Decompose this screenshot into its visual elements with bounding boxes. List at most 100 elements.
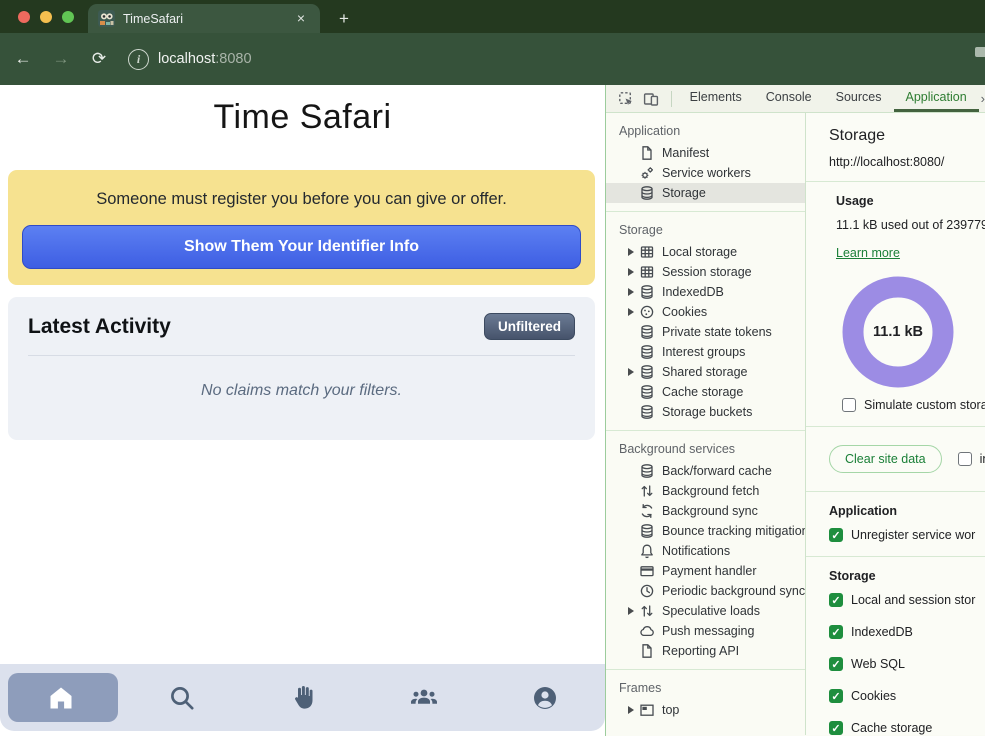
application-section-title: Application	[829, 504, 985, 518]
simulate-storage-checkbox[interactable]	[842, 398, 856, 412]
application-sidebar: Application Manifest Service workers Sto…	[606, 113, 806, 735]
toolbar-separator	[671, 91, 672, 107]
alert-message: Someone must register you before you can…	[22, 190, 581, 209]
new-tab-button[interactable]: +	[332, 7, 356, 31]
tree-item-manifest[interactable]: Manifest	[606, 143, 805, 163]
tree-item-interest-groups[interactable]: Interest groups	[606, 342, 805, 362]
tab-sources[interactable]: Sources	[824, 85, 894, 112]
cache-storage-label: Cache storage	[851, 721, 932, 735]
tree-item-payment-handler[interactable]: Payment handler	[606, 561, 805, 581]
tree-item-local-storage[interactable]: Local storage	[606, 242, 805, 262]
tree-item-storage[interactable]: Storage	[606, 183, 805, 203]
tree-item-background-fetch[interactable]: Background fetch	[606, 481, 805, 501]
database-icon	[639, 324, 655, 340]
tree-item-background-sync[interactable]: Background sync	[606, 501, 805, 521]
nav-item-search[interactable]	[121, 684, 242, 712]
websql-checkbox[interactable]	[829, 657, 843, 671]
section-background-services: Background services Back/forward cache B…	[606, 430, 805, 669]
page-content: Time Safari Someone must register you be…	[0, 85, 605, 736]
tree-item-notifications[interactable]: Notifications	[606, 541, 805, 561]
cache-storage-checkbox-row[interactable]: Cache storage	[829, 721, 985, 735]
database-icon	[639, 384, 655, 400]
show-identifier-info-button[interactable]: Show Them Your Identifier Info	[22, 225, 581, 269]
donut-usage-label: 11.1 kB	[842, 276, 954, 388]
tab-application[interactable]: Application	[894, 85, 979, 112]
learn-more-link[interactable]: Learn more	[836, 246, 900, 260]
tree-item-service-workers[interactable]: Service workers	[606, 163, 805, 183]
tab-elements[interactable]: Elements	[678, 85, 754, 112]
websql-checkbox-row[interactable]: Web SQL	[829, 657, 985, 671]
unfiltered-button[interactable]: Unfiltered	[484, 313, 575, 340]
payment-card-icon	[639, 563, 655, 579]
include-checkbox-row[interactable]: in	[958, 452, 985, 466]
table-icon	[639, 244, 655, 260]
tab-console[interactable]: Console	[754, 85, 824, 112]
device-toolbar-icon[interactable]	[639, 88, 662, 110]
window-controls	[18, 11, 74, 23]
tree-item-storage-buckets[interactable]: Storage buckets	[606, 402, 805, 422]
up-down-arrows-icon	[639, 483, 655, 499]
tree-item-session-storage[interactable]: Session storage	[606, 262, 805, 282]
tree-item-cookies[interactable]: Cookies	[606, 302, 805, 322]
address-bar[interactable]: i localhost:8080	[128, 49, 252, 70]
unregister-sw-checkbox-row[interactable]: Unregister service wor	[829, 528, 985, 542]
browser-tab[interactable]: TimeSafari ×	[88, 4, 320, 33]
tab-title: TimeSafari	[123, 12, 284, 26]
tree-item-push-messaging[interactable]: Push messaging	[606, 621, 805, 641]
tree-item-reporting-api[interactable]: Reporting API	[606, 641, 805, 661]
database-icon	[639, 284, 655, 300]
tree-item-speculative-loads[interactable]: Speculative loads	[606, 601, 805, 621]
websql-label: Web SQL	[851, 657, 905, 671]
unregister-sw-checkbox[interactable]	[829, 528, 843, 542]
inspect-element-icon[interactable]	[614, 88, 637, 110]
section-title: Background services	[606, 439, 805, 461]
minimize-window-button[interactable]	[40, 11, 52, 23]
cookies-checkbox-row[interactable]: Cookies	[829, 689, 985, 703]
local-session-checkbox[interactable]	[829, 593, 843, 607]
simulate-storage-checkbox-row[interactable]: Simulate custom stora	[842, 398, 985, 412]
more-tabs-icon[interactable]: ›	[981, 91, 985, 106]
cloud-icon	[639, 623, 655, 639]
reload-button[interactable]: ⟳	[84, 44, 114, 74]
section-frames: Frames top	[606, 669, 805, 728]
forward-button[interactable]: →	[46, 44, 76, 74]
tree-item-periodic-background-sync[interactable]: Periodic background sync	[606, 581, 805, 601]
nav-item-people[interactable]	[363, 683, 484, 713]
tree-item-private-state-tokens[interactable]: Private state tokens	[606, 322, 805, 342]
local-session-checkbox-row[interactable]: Local and session stor	[829, 593, 985, 607]
close-window-button[interactable]	[18, 11, 30, 23]
fullscreen-window-button[interactable]	[62, 11, 74, 23]
cache-storage-checkbox[interactable]	[829, 721, 843, 735]
indexeddb-checkbox[interactable]	[829, 625, 843, 639]
tree-item-indexeddb[interactable]: IndexedDB	[606, 282, 805, 302]
tree-item-cache-storage[interactable]: Cache storage	[606, 382, 805, 402]
tree-item-top-frame[interactable]: top	[606, 700, 805, 720]
browser-toolbar: ← → ⟳ i localhost:8080	[0, 33, 985, 85]
cookie-icon	[639, 304, 655, 320]
indexeddb-checkbox-row[interactable]: IndexedDB	[829, 625, 985, 639]
clear-site-data-button[interactable]: Clear site data	[829, 445, 942, 473]
cookies-checkbox[interactable]	[829, 689, 843, 703]
storage-pane: Storage http://localhost:8080/ Usage 11.…	[806, 113, 985, 735]
nav-item-profile[interactable]	[484, 684, 605, 712]
devtools-panel: Elements Console Sources Application › A…	[605, 85, 985, 736]
tree-item-back-forward-cache[interactable]: Back/forward cache	[606, 461, 805, 481]
document-icon	[639, 643, 655, 659]
nav-item-hand[interactable]	[242, 684, 363, 712]
tab-close-icon[interactable]: ×	[292, 10, 310, 28]
back-button[interactable]: ←	[8, 44, 38, 74]
search-icon	[168, 684, 196, 712]
document-icon	[639, 145, 655, 161]
up-down-arrows-icon	[639, 603, 655, 619]
indexeddb-label: IndexedDB	[851, 625, 913, 639]
database-icon	[639, 523, 655, 539]
usage-section: Usage 11.1 kB used out of 239779 Learn m…	[806, 182, 985, 426]
include-label: in	[980, 452, 985, 466]
people-group-icon	[409, 683, 439, 713]
url-port: :8080	[215, 51, 251, 67]
site-info-icon[interactable]: i	[128, 49, 149, 70]
tree-item-shared-storage[interactable]: Shared storage	[606, 362, 805, 382]
include-checkbox[interactable]	[958, 452, 972, 466]
screen: TimeSafari × + ← → ⟳ i localhost:8080 Ti…	[0, 0, 985, 736]
tree-item-bounce-tracking-mitigation[interactable]: Bounce tracking mitigation	[606, 521, 805, 541]
